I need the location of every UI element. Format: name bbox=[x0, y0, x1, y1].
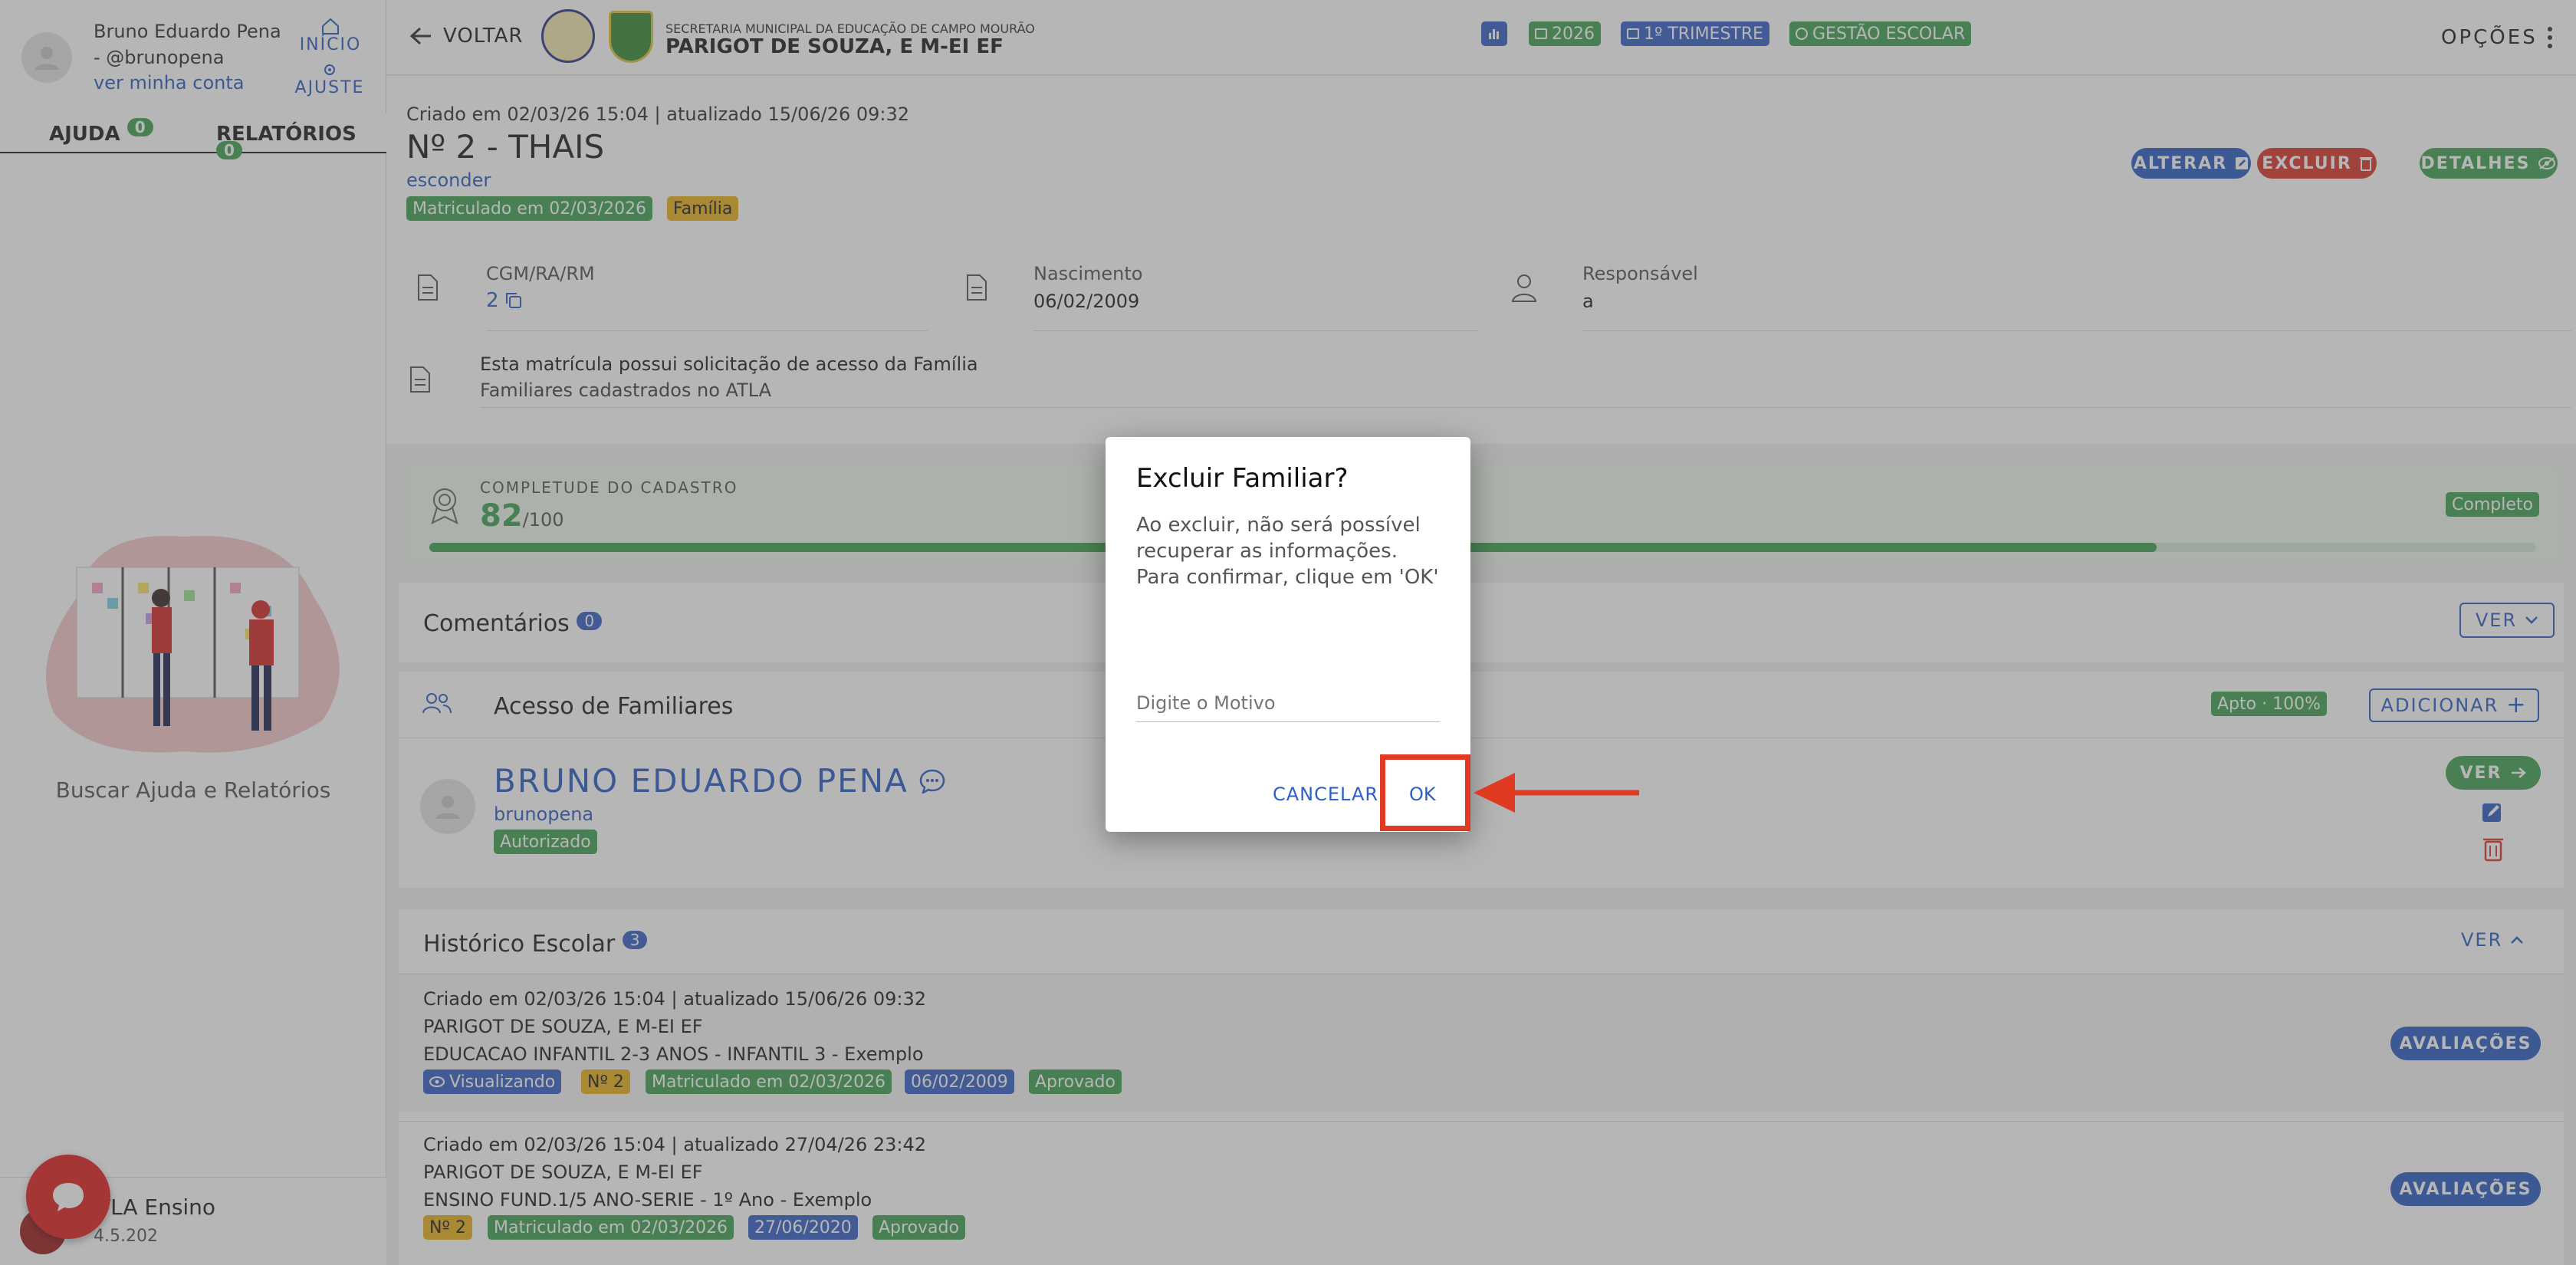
dialog-message: Ao excluir, não será possível recuperar … bbox=[1136, 514, 1439, 589]
ok-highlight-box bbox=[1380, 754, 1470, 831]
annotation-arrow-icon bbox=[1474, 773, 1639, 813]
cancel-button[interactable]: CANCELAR bbox=[1273, 784, 1378, 805]
motivo-input[interactable] bbox=[1136, 684, 1440, 722]
dialog-title: Excluir Familiar? bbox=[1136, 463, 1349, 494]
